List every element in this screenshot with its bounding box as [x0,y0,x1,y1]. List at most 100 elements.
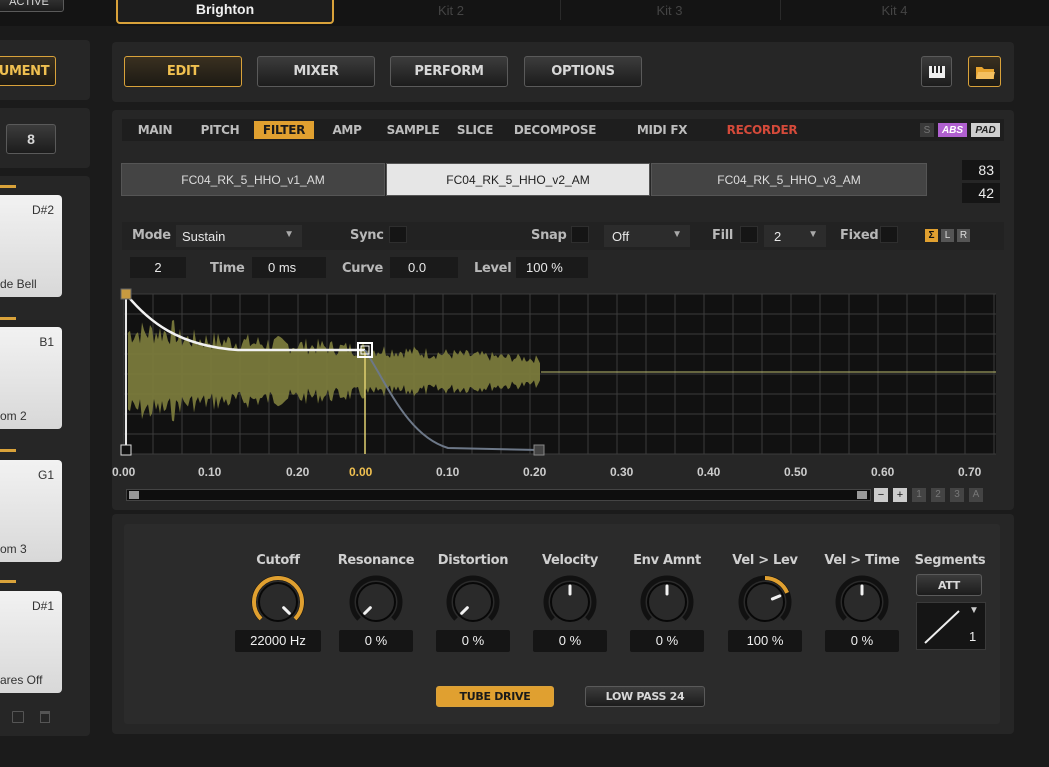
abs-toggle[interactable]: ABS [938,123,967,137]
pad-toggle[interactable]: PAD [971,123,1000,137]
pad-name: om 3 [0,542,27,556]
perform-button[interactable]: PERFORM [390,56,508,87]
kit-tab-brighton[interactable]: Brighton [116,0,334,24]
knob-label: Distortion [437,553,509,568]
trash-icon[interactable] [40,711,50,723]
tab-pitch[interactable]: PITCH [192,121,248,139]
tab-decompose[interactable]: DECOMPOSE [510,121,600,139]
horizontal-scrollbar[interactable] [126,489,871,501]
kit-tab-2[interactable]: Kit 2 [342,0,560,20]
att-button[interactable]: ATT [916,574,982,596]
pad-note: G1 [37,468,54,482]
snap-dropdown[interactable]: Off ▼ [604,225,690,247]
segments-selector[interactable]: ▼ 1 [916,602,986,650]
keyboard-icon-glyph [928,65,945,78]
edit-button[interactable]: EDIT [124,56,242,87]
kit-tab-4[interactable]: Kit 4 [780,0,1008,20]
view-1-button[interactable]: 1 [912,488,926,502]
pad-4[interactable]: D#1 ares Off [0,591,62,693]
l-toggle[interactable]: L [941,229,954,242]
options-button[interactable]: OPTIONS [524,56,642,87]
ruler-tick: 0.30 [610,465,634,479]
zoom-out-button[interactable]: − [874,488,888,502]
fill-checkbox[interactable] [740,226,758,243]
env-node-start[interactable] [120,444,132,456]
sample-zone-3[interactable]: FC04_RK_5_HHO_v3_AM [651,163,927,196]
scroll-right-arrow[interactable] [857,491,867,499]
view-a-button[interactable]: A [969,488,983,502]
ruler-tick: 0.10 [198,465,222,479]
knob-label: Cutoff [256,553,300,568]
sample-zone-2[interactable]: FC04_RK_5_HHO_v2_AM [386,163,650,196]
knob-3[interactable] [443,574,503,626]
knob-2[interactable] [346,574,406,626]
tube-drive-button[interactable]: TUBE DRIVE [436,686,554,707]
view-2-button[interactable]: 2 [931,488,945,502]
zoom-in-button[interactable]: + [893,488,907,502]
sigma-toggle[interactable]: Σ [925,229,938,242]
tab-amp[interactable]: AMP [322,121,372,139]
ruler-tick: 0.00 [112,465,136,479]
pad-2[interactable]: B1 om 2 [0,327,62,429]
mode-label: Mode [132,228,171,243]
sync-label: Sync [350,228,384,243]
view-3-button[interactable]: 3 [950,488,964,502]
tab-filter[interactable]: FILTER [254,121,314,139]
segments-count: 1 [969,629,977,644]
fill-dropdown[interactable]: 2 ▼ [764,225,826,247]
number-field[interactable]: 8 [6,124,56,154]
pad-name: de Bell [0,277,37,291]
r-toggle[interactable]: R [957,229,970,242]
save-icon[interactable] [12,711,24,723]
tab-sample[interactable]: SAMPLE [382,121,444,139]
mode-dropdown[interactable]: Sustain ▼ [176,225,302,247]
knob-value[interactable]: 0 % [630,630,704,652]
tab-midi-fx[interactable]: MIDI FX [626,121,698,139]
level-field[interactable]: 100 % [516,257,588,278]
low-pass-24-button[interactable]: LOW PASS 24 [585,686,705,707]
top-left-button[interactable]: ACTIVE [0,0,64,12]
s-toggle[interactable]: S [920,123,934,137]
folder-icon-glyph [975,66,995,79]
pad-3[interactable]: G1 om 3 [0,460,62,562]
envelope-graph[interactable] [118,286,1002,458]
env-node-end[interactable] [533,444,545,456]
env-node-1[interactable] [120,288,132,300]
knob-value[interactable]: 0 % [339,630,413,652]
time-field[interactable]: 0 ms [252,257,326,278]
kit-tab-3[interactable]: Kit 3 [560,0,778,20]
chevron-down-icon: ▼ [672,229,682,240]
instrument-button[interactable]: UMENT [0,56,56,86]
sample-zone-1[interactable]: FC04_RK_5_HHO_v1_AM [121,163,385,196]
knob-value[interactable]: 0 % [436,630,510,652]
snap-checkbox[interactable] [571,226,589,243]
tab-recorder[interactable]: RECORDER [724,121,800,139]
tab-slice[interactable]: SLICE [450,121,500,139]
knob-6[interactable] [735,574,795,626]
velocity-high[interactable]: 83 [962,160,1000,180]
knob-7[interactable] [832,574,892,626]
fixed-checkbox[interactable] [880,226,898,243]
knob-1[interactable] [248,574,308,626]
folder-icon[interactable] [968,56,1001,87]
pad-1[interactable]: D#2 de Bell [0,195,62,297]
ruler-tick: 0.20 [523,465,547,479]
curve-field[interactable]: 0.0 [390,257,458,278]
knob-value[interactable]: 22000 Hz [235,630,321,652]
knob-4[interactable] [540,574,600,626]
scroll-left-arrow[interactable] [129,491,139,499]
knob-value[interactable]: 100 % [728,630,802,652]
tab-main[interactable]: MAIN [130,121,180,139]
knob-value[interactable]: 0 % [533,630,607,652]
node-field[interactable]: 2 [130,257,186,278]
ruler-tick-current: 0.00 [349,465,373,479]
pad-note: D#2 [31,203,54,217]
knob-body [258,582,298,622]
keyboard-icon[interactable] [921,56,952,87]
sync-checkbox[interactable] [389,226,407,243]
velocity-low[interactable]: 42 [962,183,1000,203]
knob-body [356,582,396,622]
mixer-button[interactable]: MIXER [257,56,375,87]
knob-value[interactable]: 0 % [825,630,899,652]
knob-5[interactable] [637,574,697,626]
